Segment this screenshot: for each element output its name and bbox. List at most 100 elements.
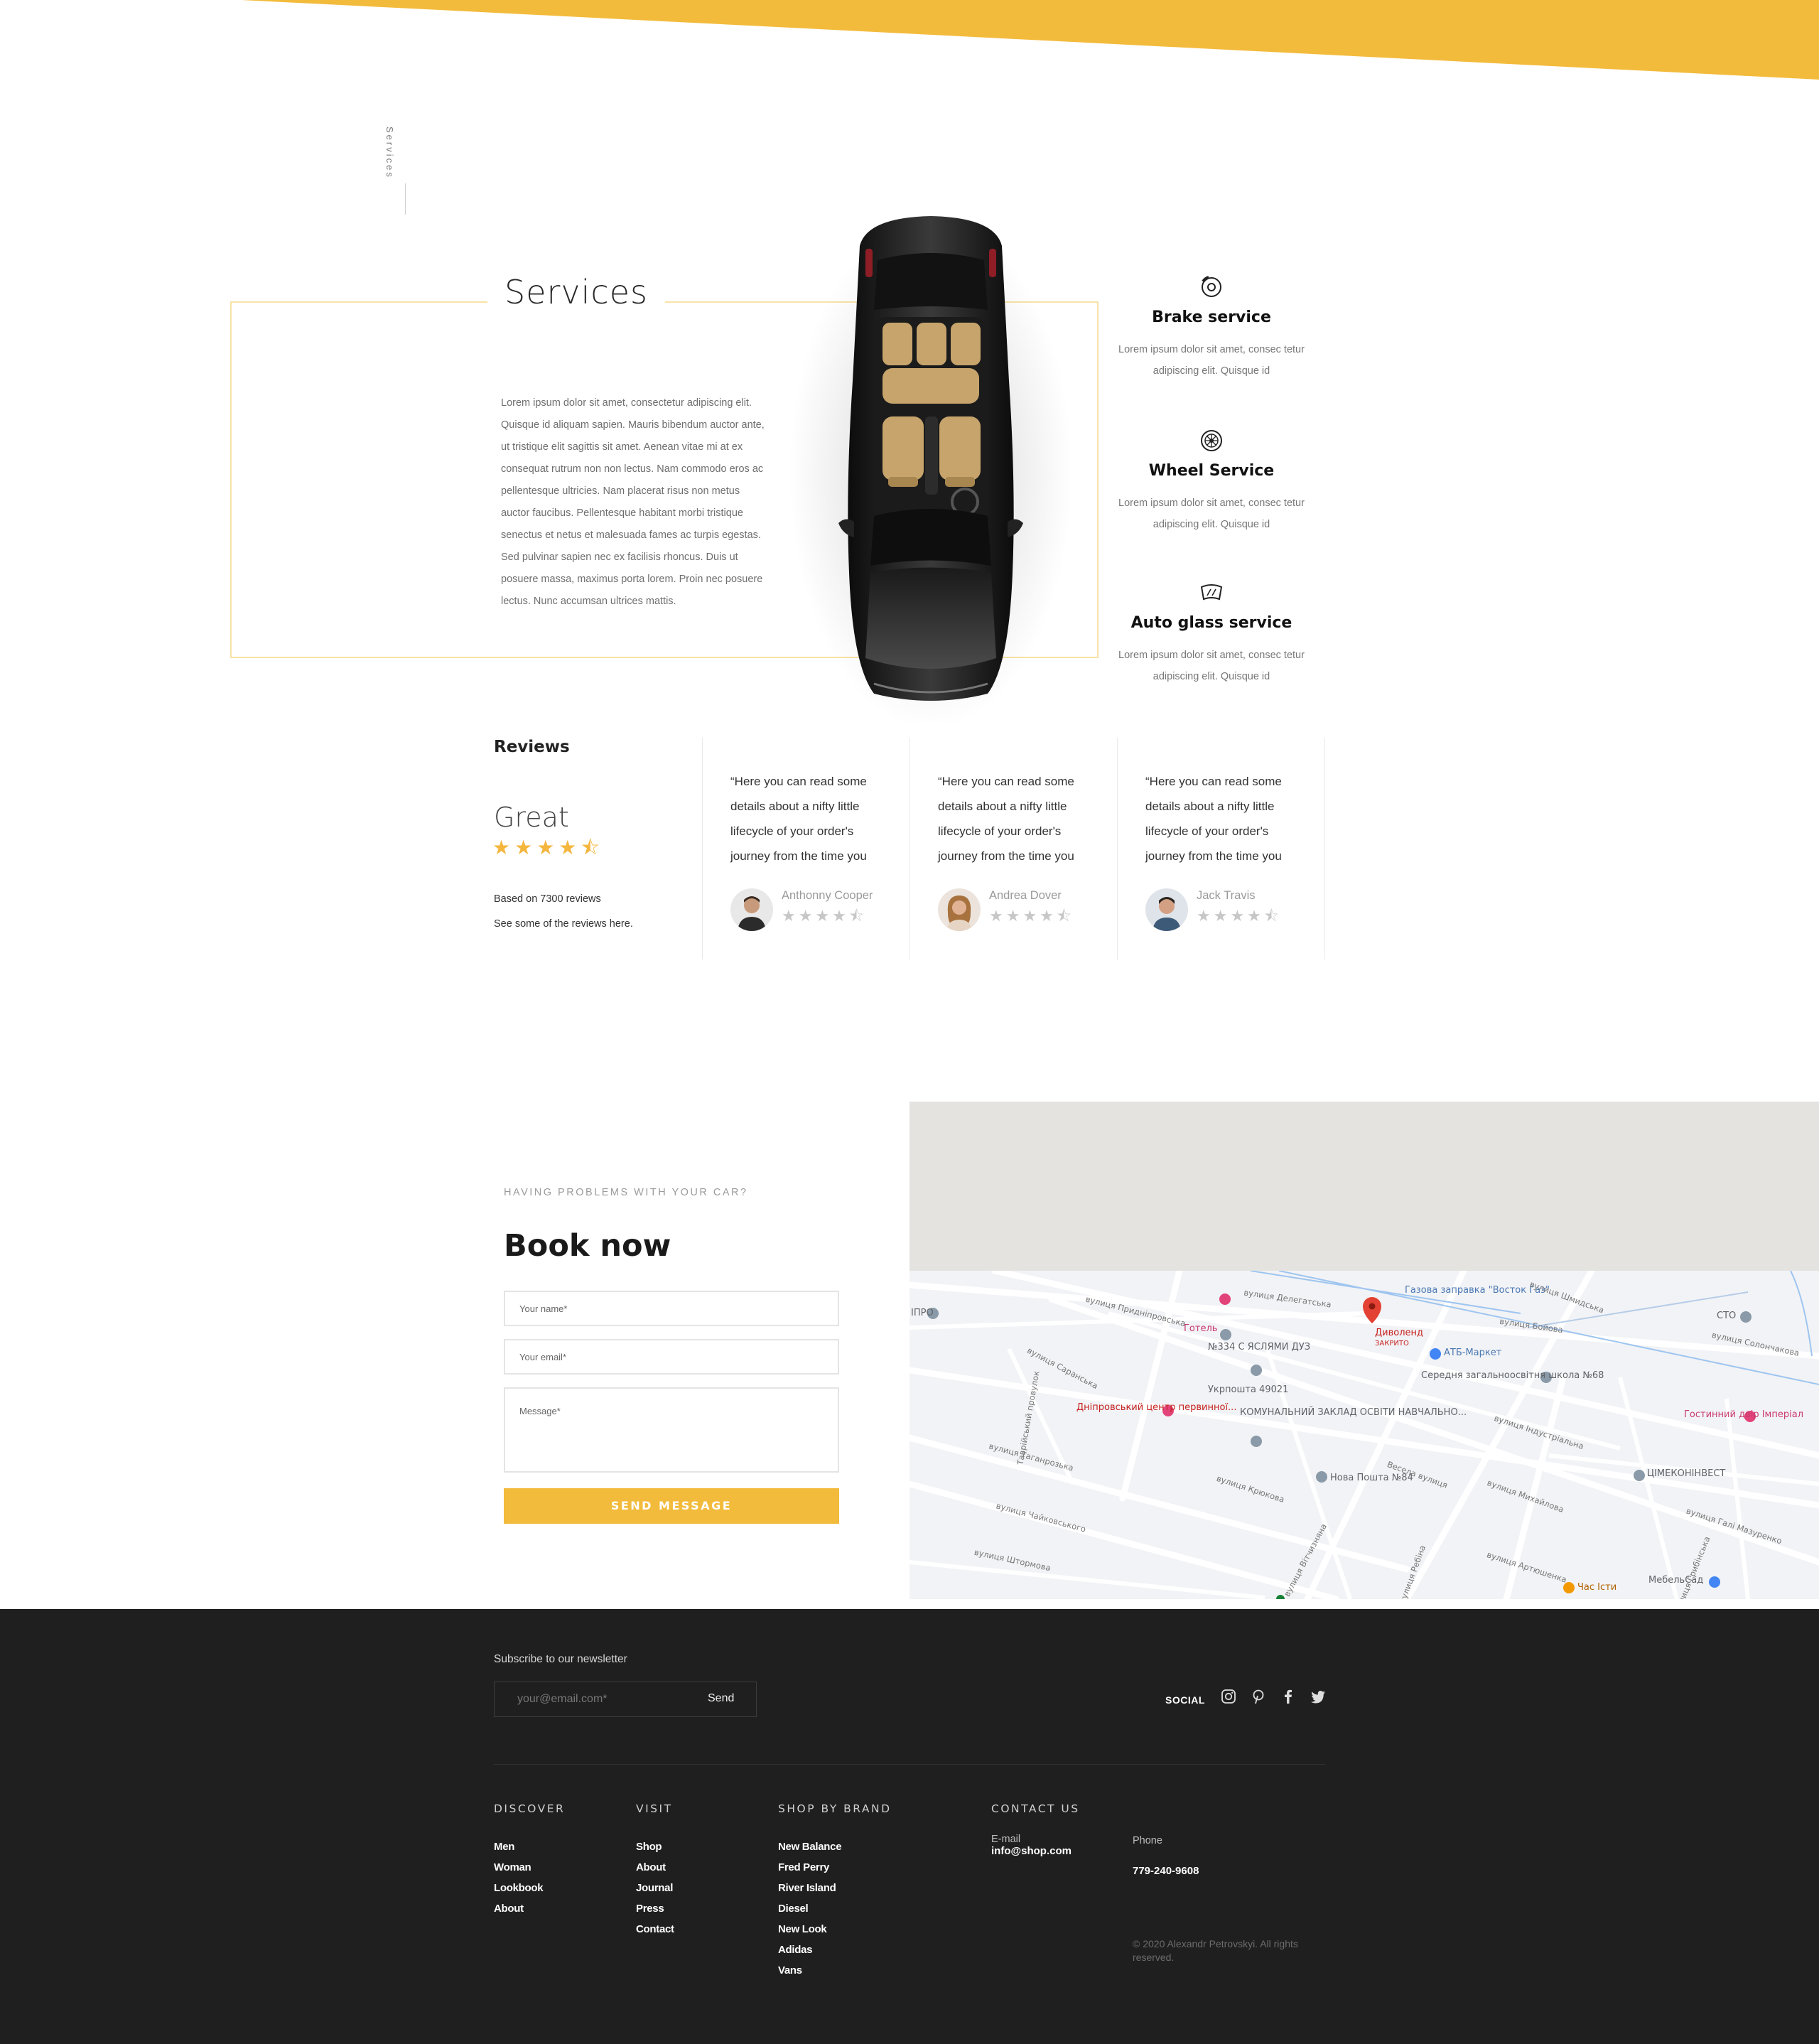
footer-column-discover: DISCOVER Men Woman Lookbook About	[494, 1802, 565, 1919]
reviews-count-text: Based on 7300 reviews	[494, 893, 601, 905]
footer-link[interactable]: Journal	[636, 1878, 674, 1898]
map-label: Укрпошта 49021	[1208, 1384, 1289, 1395]
section-side-label: Services	[384, 127, 395, 179]
rating-summary: Based on 7300 reviews See some of the re…	[494, 887, 633, 937]
map-label: Газова заправка "Восток Газ"	[1405, 1285, 1550, 1296]
message-field[interactable]	[504, 1387, 839, 1473]
footer-column-title: DISCOVER	[494, 1802, 566, 1815]
footer-link[interactable]: Shop	[636, 1836, 674, 1857]
map-label: Готель	[1184, 1323, 1218, 1334]
newsletter-email-input[interactable]	[495, 1682, 686, 1716]
footer-column-visit: VISIT Shop About Journal Press Contact	[636, 1802, 674, 1940]
phone-label: Phone	[1133, 1835, 1162, 1846]
windshield-icon	[1200, 584, 1223, 601]
review-card: “Here you can read some details about a …	[730, 769, 894, 931]
footer	[0, 1609, 1819, 2044]
phone-number[interactable]: 779-240-9608	[1133, 1865, 1199, 1877]
map-label: СТО	[1717, 1311, 1737, 1321]
map-label: Середня загальноосвітня школа №68	[1421, 1370, 1604, 1381]
footer-link[interactable]: Men	[494, 1836, 565, 1857]
map-label: ЗАКРИТО	[1375, 1340, 1409, 1348]
footer-column-brands: SHOP BY BRAND New Balance Fred Perry Riv…	[778, 1802, 892, 1981]
footer-link[interactable]: Vans	[778, 1960, 892, 1981]
review-card: “Here you can read some details about a …	[938, 769, 1101, 931]
see-reviews-text: See some of the reviews here.	[494, 918, 633, 930]
instagram-icon[interactable]	[1221, 1689, 1236, 1704]
footer-link[interactable]: River Island	[778, 1878, 892, 1898]
footer-column-title: VISIT	[636, 1802, 673, 1815]
map-label: Диволенд	[1375, 1328, 1424, 1338]
review-divider	[702, 738, 703, 959]
service-item-auto-glass[interactable]: Auto glass service Lorem ipsum dolor sit…	[1116, 580, 1307, 687]
service-item-brake[interactable]: Brake service Lorem ipsum dolor sit amet…	[1116, 274, 1307, 382]
name-field[interactable]	[504, 1291, 839, 1326]
services-description: Lorem ipsum dolor sit amet, consectetur …	[501, 397, 765, 607]
review-stars: ★★★★⯪	[782, 906, 867, 925]
facebook-icon[interactable]	[1280, 1689, 1296, 1704]
map-label: Дніпровський центр первинної...	[1076, 1402, 1237, 1413]
email-label: E-mail	[991, 1834, 1021, 1845]
footer-link[interactable]: Diesel	[778, 1898, 892, 1919]
footer-link[interactable]: Fred Perry	[778, 1857, 892, 1878]
review-author-name: Jack Travis	[1197, 888, 1256, 902]
services-title-wrap: Services	[487, 273, 665, 311]
review-author: Anthonny Cooper ★★★★⯪	[730, 888, 894, 931]
map-label: Час Істи	[1577, 1582, 1617, 1593]
service-name: Brake service	[1152, 308, 1271, 326]
footer-column-contact: CONTACT US E-mail info@shop.com	[991, 1802, 1080, 1858]
email-field[interactable]	[504, 1339, 839, 1375]
map-label: Гостинний двір Імперіал	[1684, 1409, 1804, 1420]
newsletter-send-button[interactable]: Send	[708, 1692, 734, 1705]
review-author: Jack Travis ★★★★⯪	[1145, 888, 1309, 931]
footer-link[interactable]: Lookbook	[494, 1878, 565, 1898]
email-link[interactable]: info@shop.com	[991, 1845, 1072, 1857]
map-label: ІПРО	[911, 1308, 934, 1318]
booking-eyebrow: HAVING PROBLEMS WITH YOUR CAR?	[504, 1187, 748, 1198]
overall-rating-stars: ★★★★⯪	[492, 837, 604, 859]
footer-link[interactable]: Woman	[494, 1857, 565, 1878]
send-message-button[interactable]: SEND MESSAGE	[504, 1488, 839, 1524]
footer-link[interactable]: Press	[636, 1898, 674, 1919]
service-description: Lorem ipsum dolor sit amet, consec tetur…	[1118, 344, 1305, 377]
car-top-view-image	[789, 216, 1073, 722]
location-map[interactable]: Газова заправка "Восток Газ" СТО Готель …	[910, 1271, 1819, 1599]
copyright-text: © 2020 Alexandr Petrovskyi. All rights r…	[1133, 1938, 1298, 1963]
avatar	[730, 888, 773, 931]
footer-link[interactable]: New Balance	[778, 1836, 892, 1857]
service-description: Lorem ipsum dolor sit amet, consec tetur…	[1118, 497, 1305, 530]
service-description: Lorem ipsum dolor sit amet, consec tetur…	[1118, 650, 1305, 682]
avatar	[1145, 888, 1188, 931]
map-label: ЦІМЕКОНІНВЕСТ	[1647, 1468, 1726, 1479]
footer-divider	[494, 1764, 1325, 1765]
footer-link[interactable]: New Look	[778, 1919, 892, 1940]
review-stars: ★★★★⯪	[1197, 906, 1282, 925]
review-author: Andrea Dover ★★★★⯪	[938, 888, 1101, 931]
footer-link[interactable]: About	[636, 1857, 674, 1878]
social-links	[1221, 1689, 1326, 1704]
twitter-icon[interactable]	[1310, 1689, 1326, 1704]
review-card: “Here you can read some details about a …	[1145, 769, 1309, 931]
footer-link[interactable]: Contact	[636, 1919, 674, 1940]
reviews-title: Reviews	[494, 738, 570, 756]
review-divider	[1324, 738, 1325, 959]
review-stars: ★★★★⯪	[989, 906, 1074, 925]
map-label: КОМУНАЛЬНИЙ ЗАКЛАД ОСВІТИ НАВЧАЛЬНО...	[1240, 1407, 1467, 1418]
wheel-icon	[1201, 430, 1222, 451]
map-placeholder-area	[910, 1102, 1819, 1271]
top-accent-band	[242, 0, 1819, 80]
rating-word: Great	[494, 802, 569, 833]
footer-link[interactable]: About	[494, 1898, 565, 1919]
service-item-wheel[interactable]: Wheel Service Lorem ipsum dolor sit amet…	[1116, 428, 1307, 535]
services-title: Services	[504, 273, 648, 311]
side-label-line	[405, 183, 406, 215]
footer-link[interactable]: Adidas	[778, 1940, 892, 1960]
contact-email-block: E-mail info@shop.com	[991, 1834, 1080, 1858]
social-label: SOCIAL	[1165, 1694, 1205, 1706]
review-quote: “Here you can read some details about a …	[730, 775, 867, 863]
review-divider	[1117, 738, 1118, 959]
map-roads	[910, 1271, 1819, 1599]
pinterest-icon[interactable]	[1251, 1689, 1266, 1704]
contact-phone-block: Phone 779-240-9608	[1133, 1835, 1199, 1877]
map-label: АТБ-Маркет	[1444, 1348, 1502, 1358]
review-author-name: Anthonny Cooper	[782, 888, 873, 902]
